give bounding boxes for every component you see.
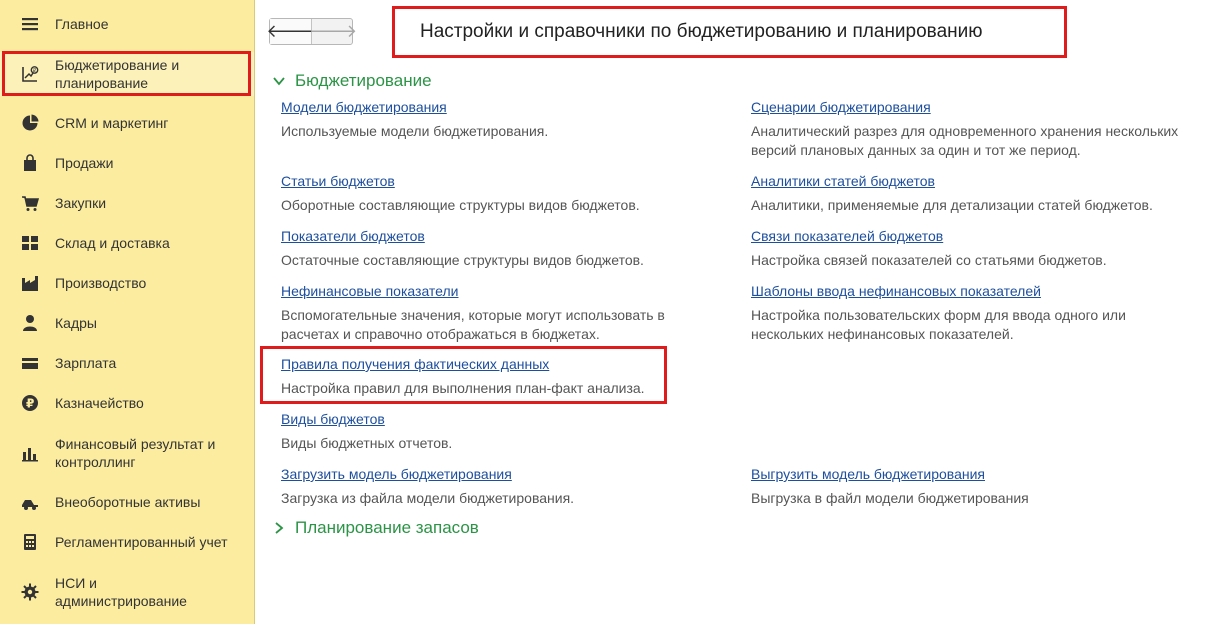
entry-budget-types: Виды бюджетов Виды бюджетных отчетов. [281, 410, 721, 453]
warehouse-icon [20, 233, 40, 253]
person-icon [20, 313, 40, 333]
sidebar-item-label: Зарплата [55, 355, 117, 371]
entry-description: Выгрузка в файл модели бюджетирования [751, 490, 1029, 506]
entry-description: Аналитический разрез для одновременного … [751, 123, 1179, 158]
entry-description: Загрузка из файла модели бюджетирования. [281, 490, 575, 506]
entry-indicator-links: Связи показателей бюджетов Настройка свя… [751, 227, 1209, 270]
chevron-down-icon [273, 77, 285, 86]
entry-description: Используемые модели бюджетирования. [281, 123, 549, 139]
sidebar-item-purchases[interactable]: Закупки [0, 184, 254, 222]
sidebar-item-label: Финансовый результат и контроллинг [55, 436, 216, 470]
truck-icon [20, 492, 40, 512]
sidebar-item-fixed-assets[interactable]: Внеоборотные активы [0, 483, 254, 521]
budget-scenarios-link[interactable]: Сценарии бюджетирования [751, 98, 931, 116]
sidebar-item-crm[interactable]: CRM и маркетинг [0, 104, 254, 142]
entry-budget-indicators: Показатели бюджетов Остаточные составляю… [281, 227, 721, 270]
entry-description: Настройка пользовательских форм для ввод… [751, 307, 1126, 342]
section-stock-planning-toggle[interactable]: Планирование запасов [271, 518, 479, 538]
back-button[interactable]: 🡐 [266, 19, 315, 44]
budget-models-link[interactable]: Модели бюджетирования [281, 98, 447, 116]
budget-types-link[interactable]: Виды бюджетов [281, 410, 385, 428]
entry-description: Оборотные составляющие структуры видов б… [281, 197, 640, 213]
sidebar-item-label: Закупки [55, 195, 107, 211]
sidebar-item-label: Казначейство [55, 395, 144, 411]
pie-chart-icon [20, 113, 40, 133]
sidebar-item-label: Главное [55, 16, 109, 32]
sidebar: Главное ₽ Бюджетирование и планирование … [0, 0, 255, 624]
sidebar-item-production[interactable]: Производство [0, 264, 254, 302]
page-title: Настройки и справочники по бюджетировани… [420, 21, 983, 42]
section-title: Бюджетирование [295, 71, 432, 90]
bar-chart-icon [20, 443, 40, 463]
sidebar-item-regulated-accounting[interactable]: Регламентированный учет [0, 523, 254, 561]
arrow-left-icon: 🡐 [266, 21, 315, 41]
svg-text:₽: ₽ [26, 397, 34, 411]
sidebar-item-label: Склад и доставка [55, 235, 170, 251]
budget-items-link[interactable]: Статьи бюджетов [281, 172, 395, 190]
cart-icon [20, 193, 40, 213]
sidebar-item-treasury[interactable]: ₽ Казначейство [0, 384, 254, 422]
entry-nonfinancial-indicators: Нефинансовые показатели Вспомогательные … [281, 282, 706, 344]
shopping-bag-icon [20, 153, 40, 173]
section-title: Планирование запасов [295, 518, 479, 537]
entry-export-model: Выгрузить модель бюджетирования Выгрузка… [751, 465, 1209, 508]
sidebar-item-warehouse[interactable]: Склад и доставка [0, 224, 254, 262]
arrow-right-icon: 🡒 [308, 21, 358, 41]
entry-nonfinancial-templates: Шаблоны ввода нефинансовых показателей Н… [751, 282, 1161, 344]
sidebar-item-label: Производство [55, 275, 147, 291]
section-budgeting-toggle[interactable]: Бюджетирование [271, 71, 432, 91]
budget-indicators-link[interactable]: Показатели бюджетов [281, 227, 425, 245]
wallet-icon [20, 353, 40, 373]
budget-item-analytics-link[interactable]: Аналитики статей бюджетов [751, 172, 935, 190]
sidebar-item-admin[interactable]: НСИ и администрирование [0, 567, 254, 617]
entry-budget-scenarios: Сценарии бюджетирования Аналитический ра… [751, 98, 1209, 160]
gear-icon [20, 582, 40, 602]
factory-icon [20, 273, 40, 293]
sidebar-item-hr[interactable]: Кадры [0, 304, 254, 342]
chevron-right-icon [275, 522, 284, 534]
sidebar-item-label: Кадры [55, 315, 97, 331]
entry-description: Настройка связей показателей со статьями… [751, 252, 1107, 268]
entry-load-model: Загрузить модель бюджетирования Загрузка… [281, 465, 721, 508]
entry-description: Остаточные составляющие структуры видов … [281, 252, 644, 268]
load-model-link[interactable]: Загрузить модель бюджетирования [281, 465, 512, 483]
calculator-icon [20, 532, 40, 552]
indicator-links-link[interactable]: Связи показателей бюджетов [751, 227, 943, 245]
actual-data-rules-highlight [260, 346, 667, 404]
sidebar-item-sales[interactable]: Продажи [0, 144, 254, 182]
active-item-highlight [2, 51, 251, 96]
export-model-link[interactable]: Выгрузить модель бюджетирования [751, 465, 985, 483]
entry-budget-items: Статьи бюджетов Оборотные составляющие с… [281, 172, 721, 215]
sidebar-item-label: CRM и маркетинг [55, 115, 169, 131]
menu-icon [20, 14, 40, 34]
sidebar-item-main[interactable]: Главное [0, 4, 254, 44]
history-nav: 🡐 🡒 [266, 18, 358, 45]
sidebar-item-label: Регламентированный учет [55, 534, 228, 550]
sidebar-item-label: Продажи [55, 155, 114, 171]
entry-budget-models: Модели бюджетирования Используемые модел… [281, 98, 721, 141]
entry-description: Вспомогательные значения, которые могут … [281, 307, 665, 342]
sidebar-item-financial-result[interactable]: Финансовый результат и контроллинг [0, 428, 254, 478]
sidebar-item-salary[interactable]: Зарплата [0, 344, 254, 382]
forward-button[interactable]: 🡒 [308, 19, 358, 44]
entry-description: Аналитики, применяемые для детализации с… [751, 197, 1153, 213]
ruble-icon: ₽ [20, 393, 40, 413]
sidebar-item-label: Внеоборотные активы [55, 494, 201, 510]
nonfinancial-indicators-link[interactable]: Нефинансовые показатели [281, 282, 459, 300]
page-title-highlight: Настройки и справочники по бюджетировани… [392, 6, 1067, 58]
nonfinancial-templates-link[interactable]: Шаблоны ввода нефинансовых показателей [751, 282, 1041, 300]
entry-description: Виды бюджетных отчетов. [281, 435, 453, 451]
sidebar-item-label: НСИ и администрирование [55, 575, 187, 609]
entry-budget-item-analytics: Аналитики статей бюджетов Аналитики, при… [751, 172, 1209, 215]
